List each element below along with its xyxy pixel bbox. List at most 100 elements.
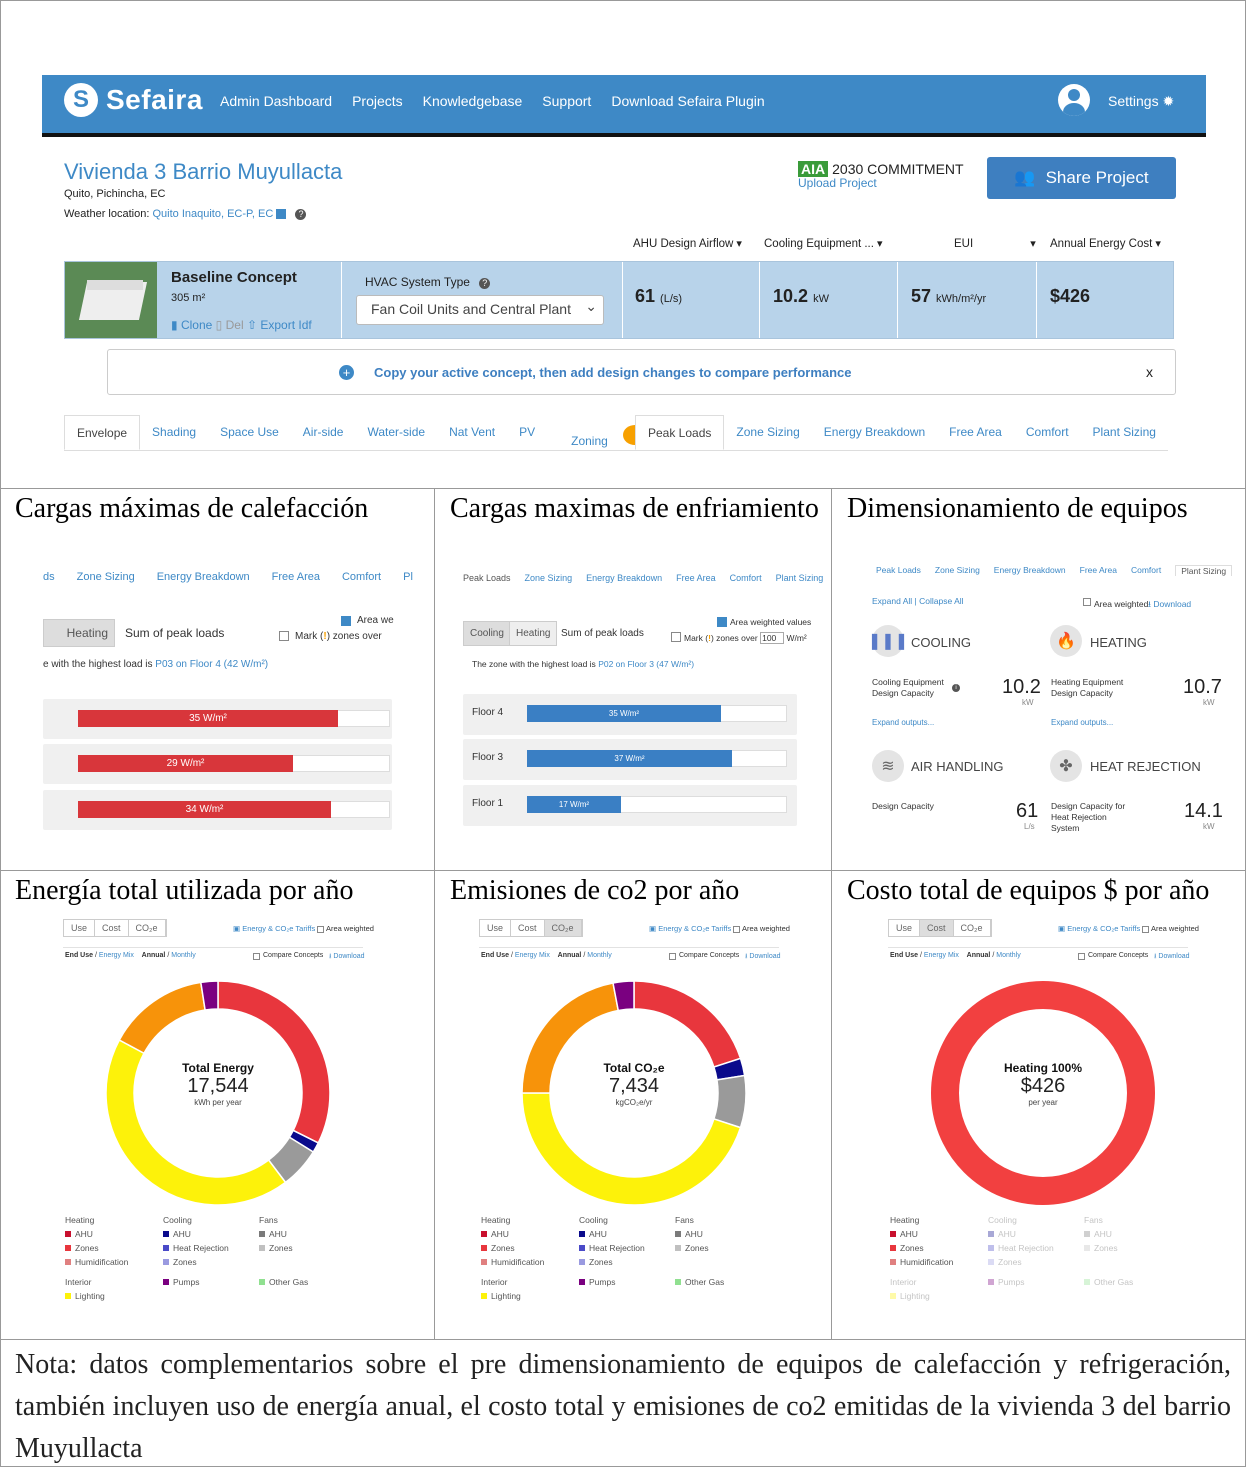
tab-zone-sizing[interactable]: Zone Sizing (935, 565, 980, 576)
threshold-input[interactable]: 100 (760, 632, 785, 644)
annual-tab[interactable]: Annual (142, 952, 166, 959)
tab-plant-sizing[interactable]: Plant Sizing (1081, 415, 1168, 450)
toggle-cost[interactable]: Cost (920, 920, 954, 936)
heating-toggle[interactable]: Heating (509, 621, 558, 646)
legend-item[interactable]: Zones (988, 1255, 1054, 1269)
tab-free-area[interactable]: Free Area (937, 415, 1014, 450)
tab-energy-breakdown[interactable]: Energy Breakdown (994, 565, 1066, 576)
tab-comfort[interactable]: Comfort (1014, 415, 1081, 450)
monthly-tab[interactable]: Monthly (996, 952, 1021, 959)
tab-energy-breakdown[interactable]: Energy Breakdown (812, 415, 937, 450)
tab-comfort[interactable]: Comfort (1131, 565, 1161, 576)
nav-admin-dashboard[interactable]: Admin Dashboard (220, 93, 332, 109)
annual-tab[interactable]: Annual (558, 952, 582, 959)
tab-nat-vent[interactable]: Nat Vent (437, 415, 507, 450)
toggle-use[interactable]: Use (64, 920, 96, 936)
nav-support[interactable]: Support (542, 93, 591, 109)
area-weighted-checkbox[interactable] (317, 926, 324, 933)
legend-item[interactable]: Zones (890, 1241, 953, 1255)
tab-plant-sizing[interactable]: Plant Sizing (1175, 565, 1233, 576)
compare-checkbox[interactable] (253, 953, 260, 960)
tab-water-side[interactable]: Water-side (355, 415, 437, 450)
toggle-use[interactable]: Use (480, 920, 512, 936)
tab-free-area[interactable]: Free Area (272, 571, 320, 583)
legend-item[interactable]: Heat Rejection (163, 1241, 229, 1255)
tab-plant-sizing-partial[interactable]: Pl (403, 571, 413, 583)
legend-item[interactable]: Zones (1084, 1241, 1118, 1255)
hvac-select[interactable]: Fan Coil Units and Central Plant (356, 295, 604, 325)
legend-item[interactable]: Lighting (65, 1289, 105, 1303)
toggle-cost[interactable]: Cost (95, 920, 129, 936)
help-icon[interactable]: ? (479, 278, 491, 289)
tariffs-link[interactable]: ▣ Energy & CO₂e Tariffs (1058, 924, 1140, 933)
donut-slice[interactable] (633, 981, 742, 1068)
legend-other-gas[interactable]: Other Gas (675, 1275, 724, 1289)
download-link[interactable]: ⭳ Download (745, 952, 781, 963)
legend-item[interactable]: Zones (675, 1241, 709, 1255)
legend-item[interactable]: AHU (163, 1227, 229, 1241)
toggle-co2e[interactable]: CO₂e (954, 920, 991, 936)
banner-text[interactable]: Copy your active concept, then add desig… (374, 365, 852, 380)
energymix-tab[interactable]: Energy Mix (515, 952, 550, 959)
tab-plant-sizing[interactable]: Plant Sizing (776, 573, 824, 583)
legend-item[interactable]: Humidification (890, 1255, 953, 1269)
share-project-button[interactable]: 👥 Share Project (987, 157, 1176, 199)
tab-zone-sizing[interactable]: Zone Sizing (724, 415, 811, 450)
expand-outputs-cooling[interactable]: Expand outputs... (872, 718, 934, 727)
metric-header-cooling[interactable]: Cooling Equipment ... (764, 237, 883, 250)
legend-item[interactable]: AHU (259, 1227, 293, 1241)
legend-item[interactable]: AHU (65, 1227, 128, 1241)
annual-tab[interactable]: Annual (967, 952, 991, 959)
toggle-co2e[interactable]: CO₂e (544, 920, 582, 936)
highest-zone-link[interactable]: P03 on Floor 4 (42 W/m²) (155, 659, 268, 670)
legend-item[interactable]: AHU (988, 1227, 1054, 1241)
info-icon[interactable]: i (952, 684, 960, 692)
close-icon[interactable]: x (1146, 364, 1153, 380)
expand-collapse-all[interactable]: Expand All | Collapse All (872, 596, 964, 606)
download-link[interactable]: ⭳ Download (329, 952, 365, 963)
mark-zones-checkbox[interactable] (279, 631, 289, 641)
area-weighted-checkbox[interactable] (341, 616, 351, 626)
expand-outputs-heating[interactable]: Expand outputs... (1051, 718, 1113, 727)
legend-item[interactable]: Heat Rejection (579, 1241, 645, 1255)
help-icon[interactable]: ? (295, 209, 307, 220)
legend-other-gas[interactable]: Other Gas (1084, 1275, 1133, 1289)
energymix-tab[interactable]: Energy Mix (99, 952, 134, 959)
legend-item[interactable]: AHU (579, 1227, 645, 1241)
legend-item[interactable]: Zones (481, 1241, 544, 1255)
tab-zone-sizing[interactable]: Zone Sizing (77, 571, 135, 583)
delete-button[interactable]: Del (226, 318, 244, 332)
legend-item[interactable]: AHU (675, 1227, 709, 1241)
legend-item[interactable]: Zones (259, 1241, 293, 1255)
nav-download-plugin[interactable]: Download Sefaira Plugin (611, 93, 764, 109)
cooling-toggle[interactable]: Cooling (463, 621, 511, 646)
area-weighted-checkbox[interactable] (1142, 926, 1149, 933)
compare-checkbox[interactable] (1078, 953, 1085, 960)
legend-pumps[interactable]: Pumps (163, 1275, 199, 1289)
metric-header-cost[interactable]: Annual Energy Cost (1050, 237, 1161, 250)
heating-toggle[interactable]: Heating (43, 619, 115, 647)
brand-logo[interactable]: S Sefaira (64, 83, 203, 117)
legend-item[interactable]: AHU (1084, 1227, 1118, 1241)
tab-peak-loads-partial[interactable]: ds (43, 571, 55, 583)
download-link[interactable]: ⭳ Download (1154, 952, 1190, 963)
legend-item[interactable]: Lighting (890, 1289, 930, 1303)
legend-item[interactable]: Humidification (481, 1255, 544, 1269)
area-weighted-checkbox[interactable] (733, 926, 740, 933)
donut-slice[interactable] (522, 1092, 742, 1205)
tab-free-area[interactable]: Free Area (1080, 565, 1117, 576)
mark-zones-checkbox[interactable] (671, 632, 681, 642)
monthly-tab[interactable]: Monthly (171, 952, 196, 959)
legend-item[interactable]: Zones (579, 1255, 645, 1269)
metric-header-ahu[interactable]: AHU Design Airflow (633, 237, 742, 250)
legend-item[interactable]: AHU (890, 1227, 953, 1241)
tariffs-link[interactable]: ▣ Energy & CO₂e Tariffs (233, 924, 315, 933)
compare-checkbox[interactable] (669, 953, 676, 960)
nav-projects[interactable]: Projects (352, 93, 403, 109)
tab-pv[interactable]: PV (507, 415, 547, 450)
tab-peak-loads[interactable]: Peak Loads (876, 565, 921, 576)
toggle-cost[interactable]: Cost (511, 920, 545, 936)
settings-menu[interactable]: Settings ✹ (1108, 93, 1174, 110)
user-avatar-icon[interactable] (1058, 84, 1090, 116)
legend-item[interactable]: Heat Rejection (988, 1241, 1054, 1255)
